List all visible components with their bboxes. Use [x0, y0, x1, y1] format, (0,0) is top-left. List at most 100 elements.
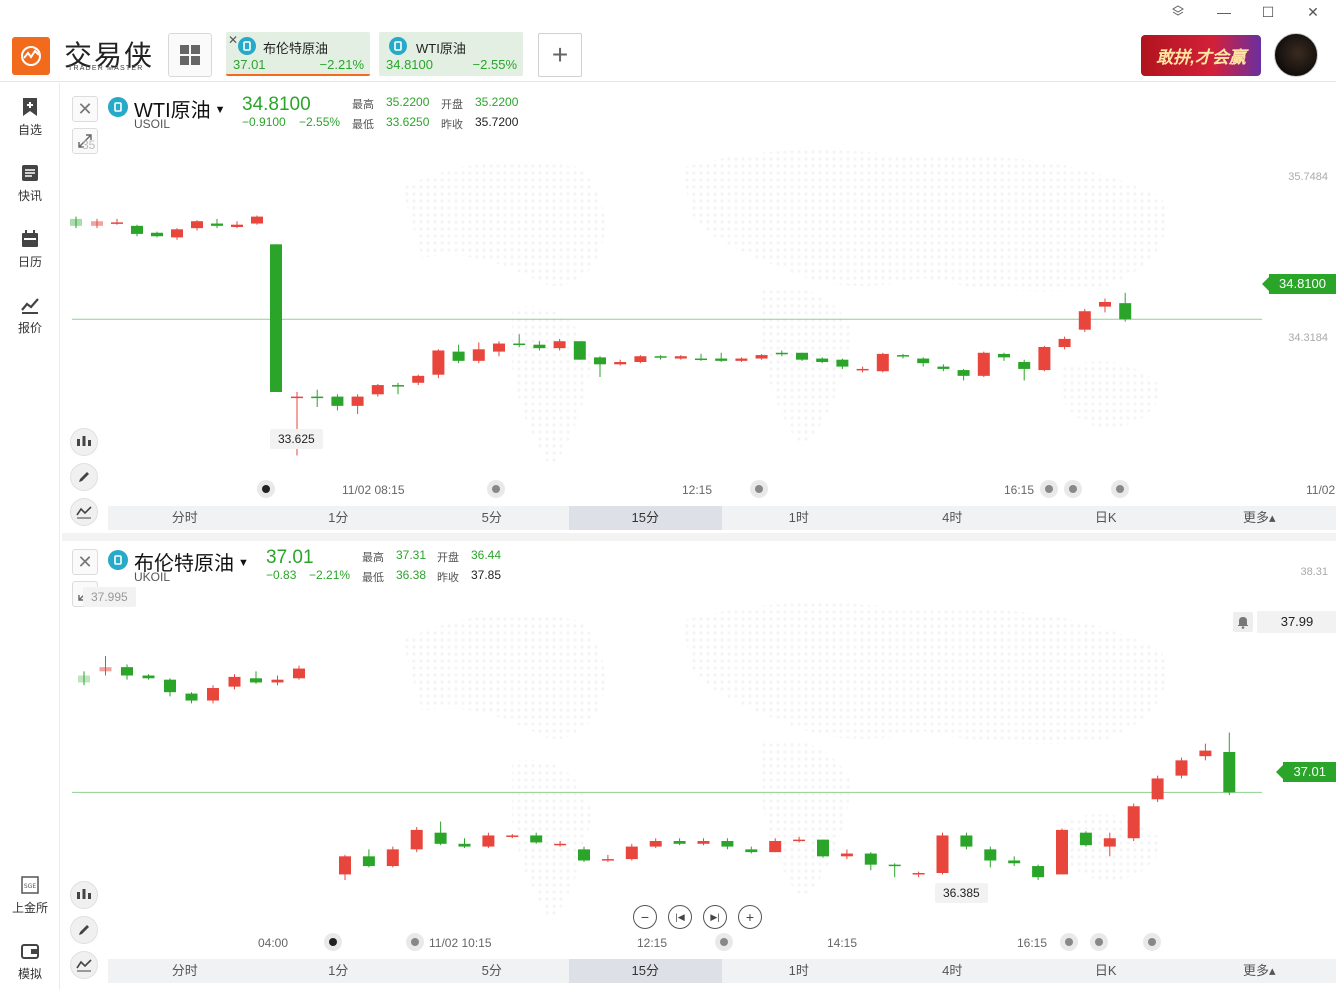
sidebar-item-simulate[interactable]: 模拟 — [0, 941, 60, 993]
wti-candlestick-chart[interactable] — [62, 88, 1336, 488]
candle-body — [70, 219, 82, 226]
candle — [164, 678, 176, 696]
period-option[interactable]: 15分 — [569, 506, 723, 530]
draw-tool-button[interactable] — [70, 463, 98, 491]
candle — [857, 367, 869, 373]
candle — [1104, 833, 1116, 857]
analysis-tool-button[interactable] — [70, 951, 98, 979]
candle-body — [978, 353, 990, 376]
layers-icon[interactable] — [1168, 4, 1188, 20]
event-marker[interactable] — [257, 480, 275, 498]
candle — [372, 384, 384, 397]
candle-body — [1099, 302, 1111, 307]
candle-body — [291, 397, 303, 399]
indicator-tool-button[interactable] — [70, 428, 98, 456]
candle — [250, 671, 262, 684]
sidebar-item-quotes[interactable]: 报价 — [0, 295, 60, 347]
candle-body — [1079, 311, 1091, 329]
candle-body — [372, 385, 384, 394]
period-option[interactable]: 1时 — [722, 506, 876, 530]
candle — [100, 656, 112, 675]
tab-wti[interactable]: WTI原油 34.8100 −2.55% — [379, 32, 523, 76]
scroll-start-button[interactable]: |◀ — [668, 905, 692, 929]
event-marker[interactable] — [1090, 933, 1108, 951]
candle-body — [143, 676, 155, 679]
period-option[interactable]: 更多▴ — [1183, 506, 1336, 530]
period-option[interactable]: 1分 — [262, 959, 416, 983]
period-option[interactable]: 1分 — [262, 506, 416, 530]
event-marker[interactable] — [324, 933, 342, 951]
period-option[interactable]: 日K — [1029, 959, 1183, 983]
candle-body — [877, 354, 889, 371]
candle — [363, 849, 375, 867]
sidebar-item-news[interactable]: 快讯 — [0, 163, 60, 215]
candle — [817, 840, 829, 858]
maximize-icon[interactable]: ☐ — [1258, 4, 1278, 21]
alert-bell-button[interactable] — [1233, 612, 1253, 632]
candle — [1079, 309, 1091, 332]
event-marker[interactable] — [1040, 480, 1058, 498]
sidebar-item-sge[interactable]: SGE 上金所 — [0, 875, 60, 927]
candle-body — [1176, 760, 1188, 775]
event-marker[interactable] — [1060, 933, 1078, 951]
avatar[interactable] — [1274, 33, 1318, 77]
candle — [594, 356, 606, 377]
period-option[interactable]: 15分 — [569, 959, 723, 983]
tab-brent[interactable]: ✕ 布伦特原油 37.01 −2.21% — [226, 32, 370, 76]
event-marker[interactable] — [487, 480, 505, 498]
candle — [756, 354, 768, 360]
promo-banner[interactable]: 敢拼,才会赢 — [1141, 35, 1261, 76]
period-option[interactable]: 4时 — [876, 959, 1030, 983]
candle — [412, 375, 424, 385]
candle-body — [1056, 830, 1068, 875]
candle-body — [1080, 833, 1092, 846]
event-marker[interactable] — [406, 933, 424, 951]
candle-body — [506, 835, 518, 837]
candle — [769, 838, 781, 852]
period-option[interactable]: 1时 — [722, 959, 876, 983]
event-marker[interactable] — [1143, 933, 1161, 951]
candle — [1018, 360, 1030, 381]
event-marker[interactable] — [1111, 480, 1129, 498]
candle — [554, 339, 566, 351]
sidebar-item-watchlist[interactable]: 自选 — [0, 97, 60, 149]
scroll-end-button[interactable]: ▶| — [703, 905, 727, 929]
close-icon[interactable]: ✕ — [228, 33, 238, 47]
brent-candlestick-chart[interactable] — [62, 541, 1336, 941]
analysis-tool-button[interactable] — [70, 498, 98, 526]
plus-icon: + — [552, 39, 568, 71]
period-option[interactable]: 4时 — [876, 506, 1030, 530]
period-option[interactable]: 日K — [1029, 506, 1183, 530]
period-option[interactable]: 5分 — [415, 959, 569, 983]
minimize-icon[interactable]: — — [1214, 4, 1234, 20]
candle-body — [191, 221, 203, 228]
sidebar-item-label: 模拟 — [0, 965, 60, 982]
low-callout: 33.625 — [270, 429, 323, 449]
period-option[interactable]: 分时 — [108, 506, 262, 530]
candle-body — [634, 356, 646, 362]
candle-body — [473, 349, 485, 361]
add-tab-button[interactable]: + — [538, 33, 582, 77]
zoom-in-button[interactable]: + — [738, 905, 762, 929]
event-marker[interactable] — [715, 933, 733, 951]
candle — [530, 833, 542, 844]
zoom-out-button[interactable]: − — [633, 905, 657, 929]
candle-body — [958, 370, 970, 376]
period-option[interactable]: 5分 — [415, 506, 569, 530]
candle-body — [513, 344, 525, 346]
alert-price[interactable]: 37.99 — [1257, 611, 1336, 633]
window-close-icon[interactable]: ✕ — [1303, 4, 1323, 21]
candle-body — [594, 357, 606, 364]
period-option[interactable]: 分时 — [108, 959, 262, 983]
event-marker[interactable] — [1064, 480, 1082, 498]
sge-icon: SGE — [20, 875, 40, 895]
time-label: 11/02 10:15 — [429, 936, 492, 950]
line-chart-icon — [76, 958, 92, 972]
event-marker[interactable] — [750, 480, 768, 498]
period-option[interactable]: 更多▴ — [1183, 959, 1336, 983]
layout-grid-button[interactable] — [168, 33, 212, 77]
draw-tool-button[interactable] — [70, 916, 98, 944]
candle — [331, 394, 343, 410]
sidebar-item-calendar[interactable]: 日历 — [0, 229, 60, 281]
indicator-tool-button[interactable] — [70, 881, 98, 909]
